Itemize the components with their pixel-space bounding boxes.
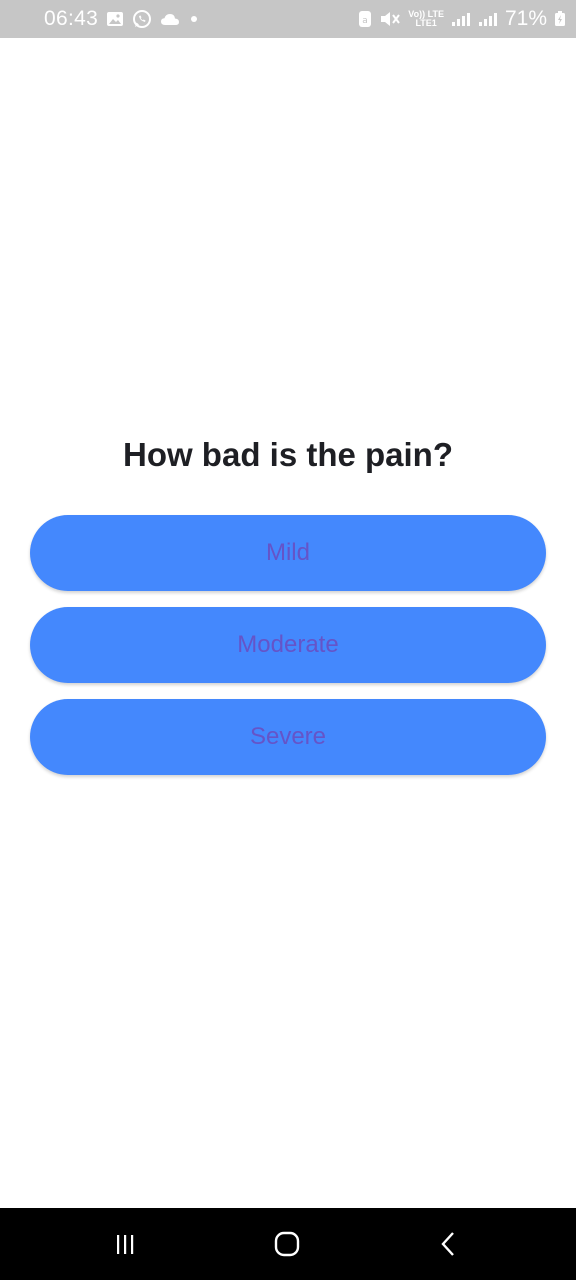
navigation-bar [0,1208,576,1280]
notification-icon: a [358,10,372,28]
mute-icon [379,10,401,28]
battery-percentage: 71% [504,7,547,30]
options-list: Mild Moderate Severe [30,515,546,791]
option-moderate-button[interactable]: Moderate [30,607,546,683]
net-bottom: LTE1 [415,18,437,28]
option-mild-button[interactable]: Mild [30,515,546,591]
back-icon[interactable] [424,1226,472,1262]
svg-text:a: a [363,16,369,26]
status-left: 06:43 [44,7,200,31]
signal-icon [451,11,471,27]
battery-icon [554,11,566,27]
main-content: How bad is the pain? Mild Moderate Sever… [0,38,576,1208]
dot-icon [188,13,200,25]
status-bar: 06:43 a Vo)) LTE LTE1 71% [0,0,576,38]
cloud-icon [160,12,180,26]
option-severe-button[interactable]: Severe [30,699,546,775]
whatsapp-icon [132,9,152,29]
signal-icon [478,11,498,27]
status-time: 06:43 [44,7,99,30]
status-right: a Vo)) LTE LTE1 71% [358,7,566,31]
gallery-icon [106,10,124,28]
recent-apps-icon[interactable] [101,1226,149,1262]
question-title: How bad is the pain? [122,436,454,473]
home-icon[interactable] [263,1226,311,1262]
network-label: Vo)) LTE LTE1 [408,10,444,28]
